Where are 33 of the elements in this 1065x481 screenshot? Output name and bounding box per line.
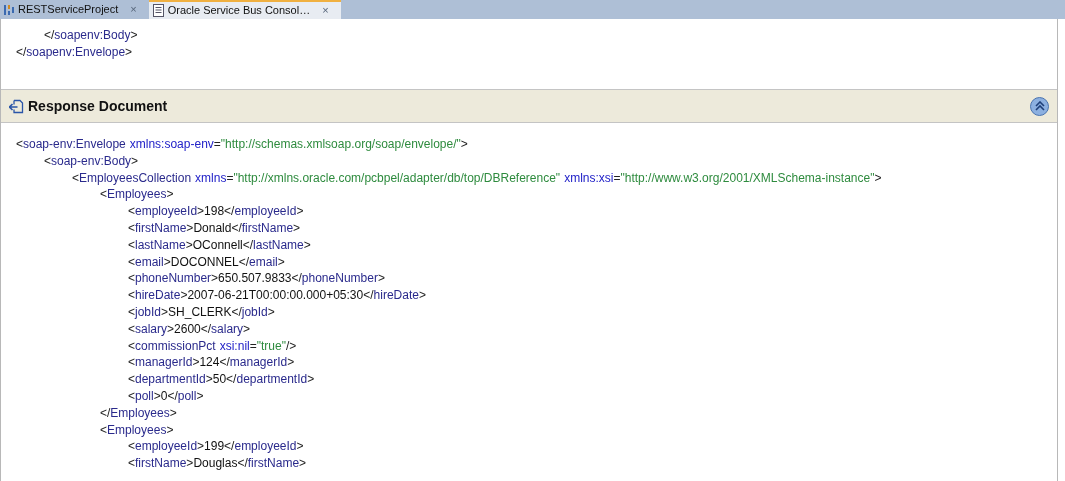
xml-line: <salary>2600</salary> — [128, 320, 251, 338]
xml-line: <hireDate>2007-06-21T00:00:00.000+05:30</hireDate> — [128, 287, 426, 304]
xml-line: <soap-env:Body> — [44, 152, 139, 170]
tab-label: Oracle Service Bus Consol… — [167, 3, 311, 19]
section-title: Response Document — [28, 96, 168, 116]
double-chevron-icon — [1034, 101, 1045, 111]
xml-line: </Employees> — [100, 404, 177, 422]
import-icon — [9, 98, 24, 114]
project-icon — [4, 3, 14, 16]
xml-line: <firstName>Douglas</firstName> — [128, 455, 307, 472]
xml-line: <EmployeesCollection xmlns="http://xmlns.oracle.com/pcbpel/adapter/db/top/DBReference" xmlns:xsi="http://www.w3.org/2001/XMLSchema-instance"> — [72, 169, 882, 187]
xml-line: <email>DOCONNEL</email> — [128, 253, 285, 271]
xml-line: <jobId>SH_CLERK</jobId> — [128, 303, 275, 321]
editor-tab[interactable]: RESTServiceProject × — [0, 0, 149, 19]
xml-line: </soapenv:Envelope> — [16, 43, 133, 61]
xml-line: <soap-env:Envelope xmlns:soap-env="http://schemas.xmlsoap.org/soap/envelope/"> — [16, 136, 468, 153]
xml-line: <commissionPct xsi:nil="true"/> — [128, 337, 297, 355]
xml-line: <managerId>124</managerId> — [128, 354, 295, 372]
tab-label: RESTServiceProject — [18, 2, 119, 18]
close-button[interactable]: × — [314, 5, 337, 16]
collapse-button[interactable] — [1030, 96, 1049, 116]
xml-line: <Employees> — [100, 421, 174, 439]
xml-line: <Employees> — [100, 186, 174, 204]
xml-line: <departmentId>50</departmentId> — [128, 371, 315, 388]
xml-line: <phoneNumber>650.507.9833</phoneNumber> — [128, 270, 385, 288]
xml-line: <poll>0</poll> — [128, 387, 204, 405]
xml-line: <employeeId>198</employeeId> — [128, 203, 304, 220]
editor-tab[interactable]: Oracle Service Bus Consol… × — [148, 0, 341, 19]
xml-line: <firstName>Donald</firstName> — [128, 220, 301, 237]
xml-line: <employeeId>199</employeeId> — [128, 438, 304, 456]
document-icon — [152, 4, 164, 17]
xml-line: </soapenv:Body> — [44, 27, 138, 44]
xml-line: <lastName>OConnell</lastName> — [128, 236, 311, 254]
